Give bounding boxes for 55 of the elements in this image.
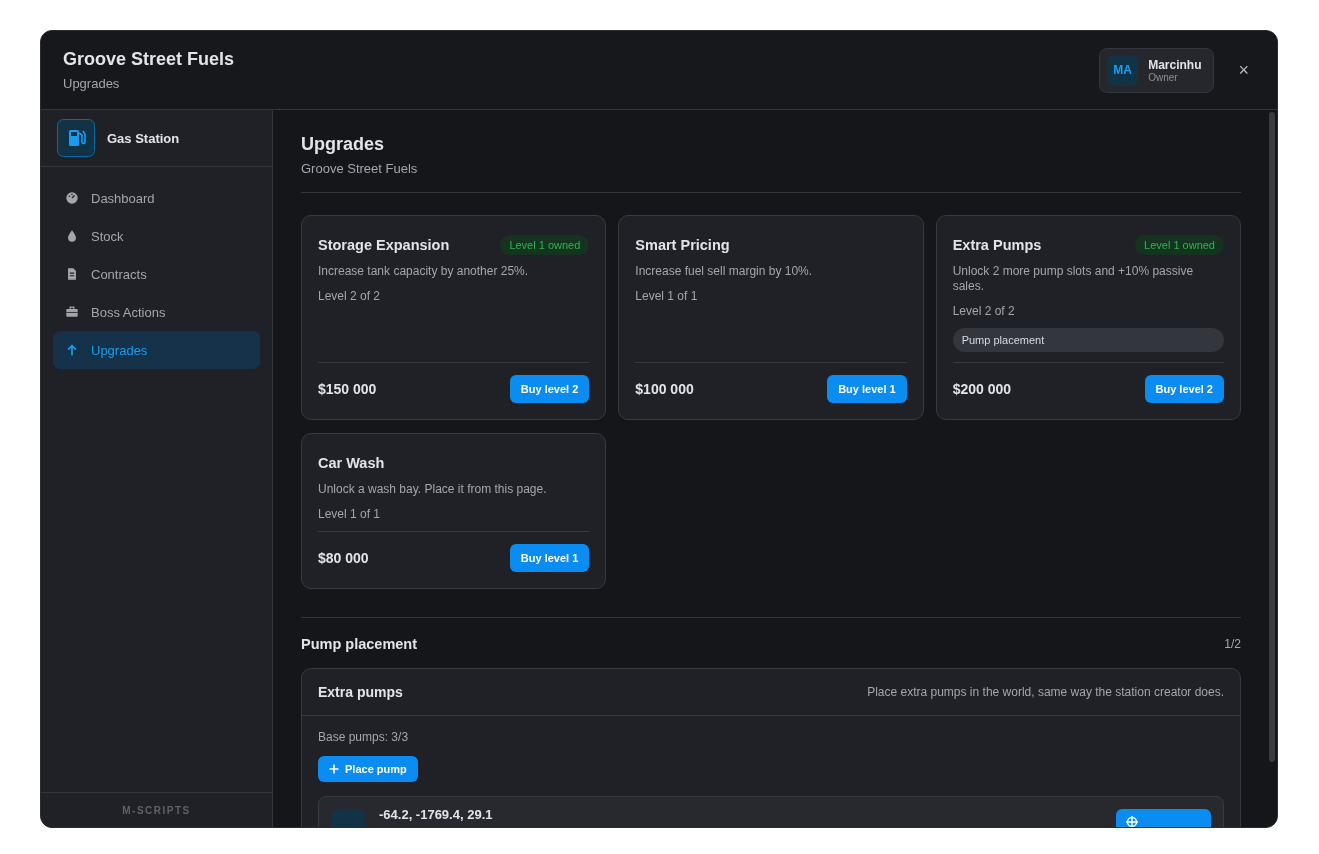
user-card[interactable]: MA Marcinhu Owner — [1099, 47, 1215, 93]
briefcase-icon — [65, 305, 79, 319]
sidebar-item[interactable]: Contracts — [53, 255, 260, 293]
level-text: Level 2 of 2 — [952, 304, 1016, 318]
document-icon — [65, 267, 79, 281]
base-pumps-text: Base pumps: 3/3 — [318, 730, 410, 744]
level-text: Level 1 of 1 — [318, 507, 382, 521]
price: $100 000 — [635, 381, 694, 397]
scrollbar[interactable] — [1269, 112, 1275, 762]
upgrade-description: Increase fuel sell margin by 10%. — [635, 264, 814, 279]
close-button[interactable]: × — [1232, 59, 1255, 81]
upgrade-title: Smart Pricing — [635, 237, 730, 253]
gauge-icon — [65, 191, 79, 205]
page-subtitle: Groove Street Fuels — [301, 161, 419, 176]
level-text: Level 1 of 1 — [635, 289, 699, 303]
brand-name: Gas Station — [107, 130, 180, 146]
upgrade-title: Car Wash — [318, 455, 385, 471]
crosshair-icon — [1126, 816, 1138, 827]
upgrade-description: Unlock a wash bay. Place it from this page. — [318, 482, 548, 497]
window-subtitle: Upgrades — [63, 76, 121, 91]
fuel-pump-icon — [57, 119, 95, 157]
upgrade-title: Storage Expansion — [318, 237, 450, 253]
section-title: Pump placement — [301, 636, 418, 652]
page-title: Upgrades — [301, 134, 386, 155]
buy-button[interactable]: Buy level 1 — [509, 544, 590, 572]
buy-button[interactable]: Buy level 1 — [827, 375, 907, 403]
buy-button[interactable]: Buy level 2 — [1144, 375, 1224, 403]
price: $150 000 — [318, 381, 377, 397]
user-name: Marcinhu — [1148, 57, 1202, 72]
user-role: Owner — [1148, 71, 1179, 83]
upgrade-title: Extra Pumps — [952, 237, 1042, 253]
upgrade-description: Increase tank capacity by another 25%. — [318, 264, 530, 279]
owned-badge: Level 1 owned — [500, 235, 590, 255]
sidebar-item[interactable]: Stock — [53, 217, 260, 255]
owned-badge: Level 1 owned — [1135, 235, 1224, 255]
level-text: Level 2 of 2 — [318, 289, 382, 303]
sidebar-item[interactable]: Boss Actions — [53, 293, 260, 331]
price: $200 000 — [952, 381, 1012, 397]
pump-placement-chip[interactable]: Pump placement — [952, 328, 1224, 352]
drop-icon — [65, 229, 79, 243]
placement-count: 1/2 — [1224, 637, 1241, 651]
panel-hint: Place extra pumps in the world, same way the station creator does. — [867, 685, 1224, 699]
plus-icon — [329, 764, 339, 774]
window-title: Groove Street Fuels — [63, 49, 236, 70]
sidebar-item[interactable]: Dashboard — [53, 179, 260, 217]
sidebar-footer: M-SCRIPTS — [41, 792, 272, 827]
arrow-up-icon — [65, 343, 79, 357]
price: $80 000 — [318, 550, 369, 566]
pump-coordinates: -64.2, -1769.4, 29.1 — [379, 807, 494, 822]
panel-title: Extra pumps — [318, 684, 403, 700]
sidebar-item[interactable]: Upgrades — [53, 331, 260, 369]
upgrade-description: Unlock 2 more pump slots and +10% passive sales. — [952, 264, 1195, 294]
buy-button[interactable]: Buy level 2 — [509, 375, 590, 403]
place-pump-button[interactable]: Place pump — [318, 756, 418, 782]
avatar: MA — [1107, 54, 1139, 86]
